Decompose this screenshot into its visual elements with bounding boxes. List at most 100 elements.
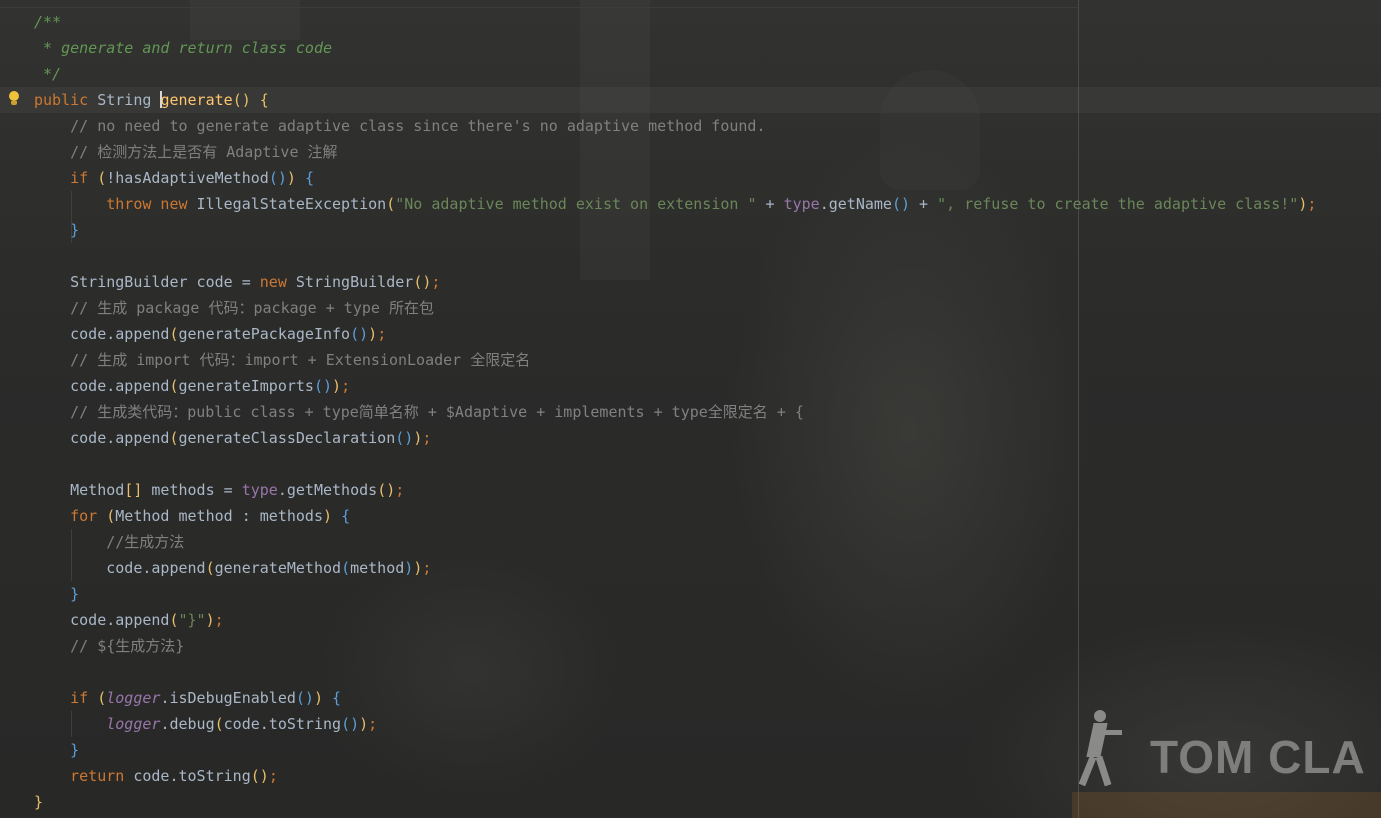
code-token: * generate and return class code (34, 39, 333, 57)
code-token: () (295, 689, 314, 707)
code-editor[interactable]: /** * generate and return class code */ p… (0, 0, 1381, 818)
code-line[interactable]: code.append(generateClassDeclaration()); (34, 425, 1316, 451)
code-token: () (377, 481, 396, 499)
lightbulb-icon[interactable] (8, 91, 20, 107)
code-token: code.toString (124, 767, 251, 785)
code-token: .debug (160, 715, 215, 733)
code-line[interactable]: // 生成 import 代码：import + ExtensionLoader… (34, 347, 1316, 373)
code-line[interactable]: // 生成 package 代码：package + type 所在包 (34, 295, 1316, 321)
code-token: generateImports (178, 377, 314, 395)
code-token: generatePackageInfo (178, 325, 351, 343)
code-line[interactable]: /** (34, 9, 1316, 35)
code-token: ( (214, 715, 224, 733)
code-token: } (70, 221, 80, 239)
code-token: ", refuse to create the adaptive class!" (937, 195, 1299, 213)
code-line[interactable] (34, 243, 1316, 269)
code-line[interactable]: return code.toString(); (34, 763, 1316, 789)
code-token: ; (395, 481, 405, 499)
code-token: ; (1307, 195, 1317, 213)
code-token: /** (34, 13, 62, 31)
code-token: ( (106, 507, 116, 525)
code-token: } (70, 741, 80, 759)
code-token: () (232, 91, 251, 109)
code-token: throw new (106, 195, 188, 213)
code-token: ; (341, 377, 351, 395)
code-line[interactable]: public String generate() { (34, 87, 1316, 113)
code-token: "No adaptive method exist on extension " (395, 195, 757, 213)
code-line[interactable] (34, 451, 1316, 477)
code-token: () (341, 715, 360, 733)
code-token: for (70, 507, 98, 525)
code-token: .isDebugEnabled (160, 689, 296, 707)
code-line[interactable]: throw new IllegalStateException("No adap… (34, 191, 1316, 217)
code-token: ) (313, 689, 323, 707)
code-token: ) (359, 715, 369, 733)
code-line[interactable]: code.append("}"); (34, 607, 1316, 633)
code-line[interactable]: for (Method method : methods) { (34, 503, 1316, 529)
code-line[interactable]: //生成方法 (34, 529, 1316, 555)
code-line[interactable]: if (logger.isDebugEnabled()) { (34, 685, 1316, 711)
code-line[interactable]: } (34, 217, 1316, 243)
editor-top-border (0, 7, 1078, 8)
code-token: logger (106, 715, 161, 733)
code-line[interactable]: code.append(generatePackageInfo()); (34, 321, 1316, 347)
code-token: generateMethod (214, 559, 342, 577)
code-line[interactable]: */ (34, 61, 1316, 87)
code-token: // no need to generate adaptive class si… (70, 117, 766, 135)
code-line[interactable]: Method[] methods = type.getMethods(); (34, 477, 1316, 503)
code-line[interactable]: // no need to generate adaptive class si… (34, 113, 1316, 139)
code-token: Method method : methods (115, 507, 323, 525)
code-line[interactable]: logger.debug(code.toString()); (34, 711, 1316, 737)
code-token: ) (332, 377, 342, 395)
code-token: ) (413, 429, 423, 447)
code-token: } (34, 793, 44, 811)
code-line[interactable] (34, 659, 1316, 685)
code-token: String (88, 91, 161, 109)
code-token: !hasAdaptiveMethod (106, 169, 269, 187)
code-line[interactable]: // 生成类代码：public class + type简单名称 + $Adap… (34, 399, 1316, 425)
code-line[interactable]: code.append(generateMethod(method)); (34, 555, 1316, 581)
code-line[interactable]: } (34, 789, 1316, 815)
code-token: ) (286, 169, 296, 187)
code-token: ( (169, 611, 179, 629)
code-token: ) (413, 559, 423, 577)
code-line[interactable]: } (34, 737, 1316, 763)
code-token: [] (124, 481, 143, 499)
code-token: .getName (819, 195, 892, 213)
code-token: ( (169, 377, 179, 395)
code-line[interactable]: } (34, 581, 1316, 607)
code-line[interactable]: if (!hasAdaptiveMethod()) { (34, 165, 1316, 191)
code-line[interactable]: StringBuilder code = new StringBuilder()… (34, 269, 1316, 295)
code-token: () (395, 429, 414, 447)
code-line[interactable]: code.append(generateImports()); (34, 373, 1316, 399)
code-line[interactable]: * generate and return class code (34, 35, 1316, 61)
code-token: // 生成 import 代码：import + ExtensionLoader… (70, 351, 531, 369)
code-line[interactable]: // 检测方法上是否有 Adaptive 注解 (34, 139, 1316, 165)
code-token: generate (160, 91, 233, 109)
code-area[interactable]: /** * generate and return class code */ p… (34, 9, 1316, 815)
code-token: if (70, 689, 89, 707)
code-token: ) (368, 325, 378, 343)
code-token: generateClassDeclaration (178, 429, 396, 447)
code-token: ( (97, 689, 107, 707)
code-line[interactable]: // ${生成方法} (34, 633, 1316, 659)
code-token: if (70, 169, 89, 187)
code-token: ; (422, 429, 432, 447)
